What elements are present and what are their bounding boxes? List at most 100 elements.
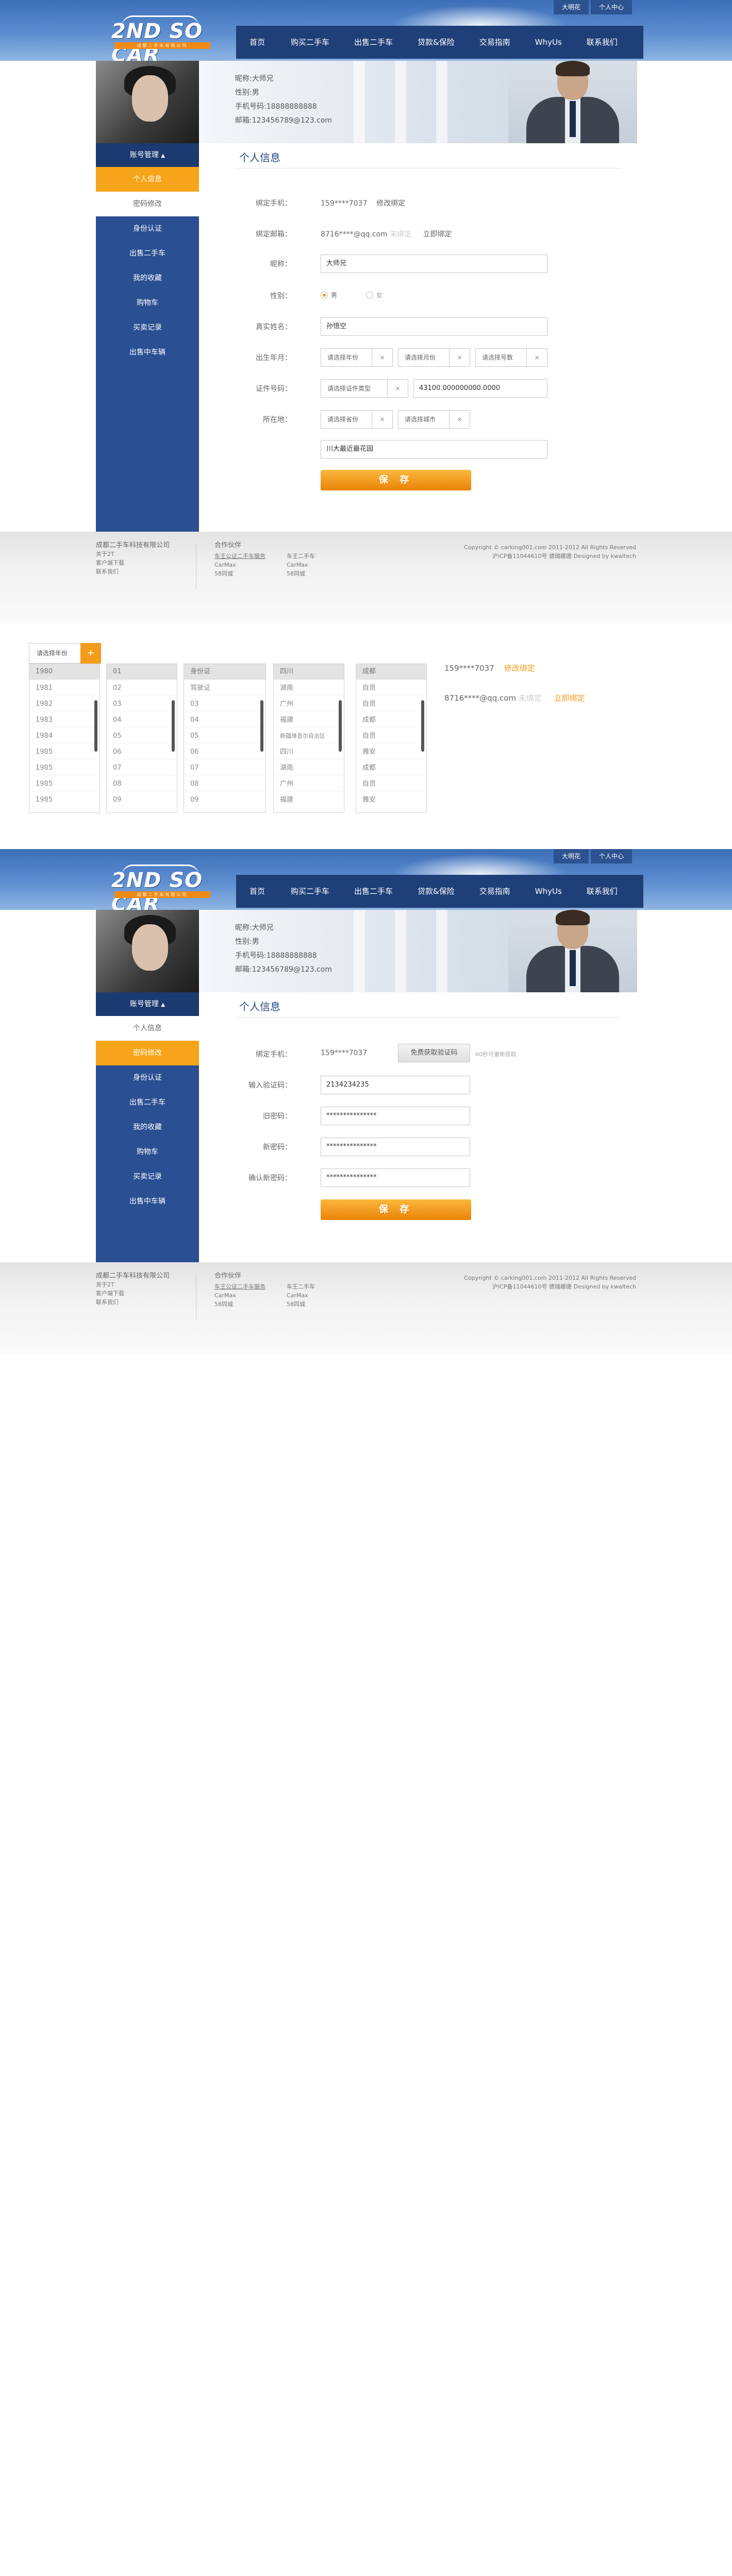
partner-link[interactable]: CarMax	[214, 1291, 265, 1300]
id-number-input[interactable]: 43100.000000000.0000	[413, 379, 547, 398]
year-dropdown-button[interactable]: 请选择年份 +	[29, 643, 101, 664]
birth-month-select[interactable]: 请选择月份 ×	[398, 348, 470, 367]
province-select[interactable]: 请选择省份 ×	[321, 410, 393, 429]
sidebar-title[interactable]: 账号管理 ▲	[96, 992, 199, 1016]
list-item[interactable]: 自贡	[356, 727, 426, 743]
list-item[interactable]: 03	[184, 696, 265, 711]
sidebar-item-profile[interactable]: 个人信息	[96, 167, 199, 192]
list-item[interactable]: 03	[107, 696, 177, 711]
sidebar-item-verify[interactable]: 身份认证	[96, 216, 199, 241]
day-list[interactable]: 01 02 03 04 05 06 07 08 09	[106, 664, 177, 813]
sidebar-item-records[interactable]: 买卖记录	[96, 1164, 199, 1189]
footer-link[interactable]: 关于2T	[96, 1280, 170, 1289]
footer-link[interactable]: 关于2T	[96, 550, 170, 558]
birth-day-select[interactable]: 请选择号数 ×	[475, 348, 547, 367]
id-type-list[interactable]: 身份证 驾驶证 03 04 05 06 07 08 09	[184, 664, 266, 813]
partner-link[interactable]: CarMax	[287, 561, 315, 569]
list-item[interactable]: 雅安	[356, 791, 426, 807]
footer-link[interactable]: 客户端下载	[96, 1289, 170, 1298]
list-item[interactable]: 自贡	[356, 775, 426, 791]
partner-link[interactable]: 58同城	[214, 1300, 265, 1309]
list-item[interactable]: 湖南	[274, 680, 344, 696]
list-item[interactable]: 04	[184, 711, 265, 727]
nav-whyus[interactable]: WhyUs	[523, 26, 574, 59]
list-item[interactable]: 四川	[274, 743, 344, 759]
top-link-user[interactable]: 大明花	[554, 0, 589, 14]
nav-buy[interactable]: 购买二手车	[278, 875, 342, 908]
nav-loan[interactable]: 贷款&保险	[405, 26, 467, 59]
list-item[interactable]: 1985	[29, 743, 99, 759]
picker-change-phone-link[interactable]: 修改绑定	[504, 664, 535, 673]
list-item[interactable]: 雅安	[356, 743, 426, 759]
top-link-user[interactable]: 大明花	[554, 849, 589, 863]
partner-link[interactable]: 58同城	[214, 569, 265, 578]
footer-link[interactable]: 联系我们	[96, 567, 170, 576]
list-item[interactable]: 1984	[29, 727, 99, 743]
list-item[interactable]: 1985	[29, 759, 99, 775]
list-item[interactable]: 02	[107, 680, 177, 696]
list-item[interactable]: 成都	[356, 759, 426, 775]
list-item[interactable]: 1985	[29, 791, 99, 807]
save-password-button[interactable]: 保 存	[321, 1199, 471, 1220]
province-list[interactable]: 四川 湖南 广州 福建 新疆维吾尔自治区 四川 湖南 广州 福建	[273, 664, 344, 813]
footer-link[interactable]: 客户端下载	[96, 558, 170, 567]
partner-link[interactable]: 58同城	[287, 1300, 315, 1309]
city-list[interactable]: 成都 自贡 自贡 成都 自贡 雅安 成都 自贡 雅安	[356, 664, 427, 813]
sidebar-item-password[interactable]: 密码修改	[96, 192, 199, 216]
list-item[interactable]: 身份证	[184, 664, 265, 680]
scrollbar[interactable]	[339, 700, 342, 752]
scrollbar[interactable]	[172, 700, 175, 752]
footer-link[interactable]: 联系我们	[96, 1298, 170, 1307]
bind-email-link[interactable]: 立即绑定	[423, 230, 452, 239]
list-item[interactable]: 自贡	[356, 680, 426, 696]
list-item[interactable]: 08	[184, 775, 265, 791]
sidebar-item-cart[interactable]: 购物车	[96, 1140, 199, 1164]
list-item[interactable]: 06	[184, 743, 265, 759]
list-item[interactable]: 驾驶证	[184, 680, 265, 696]
list-item[interactable]: 1982	[29, 696, 99, 711]
plus-icon[interactable]: +	[80, 643, 101, 664]
sidebar-item-onsale[interactable]: 出售中车辆	[96, 340, 199, 365]
partner-link[interactable]: 车王公证二手车服务	[214, 552, 265, 561]
list-item[interactable]: 01	[107, 664, 177, 680]
partner-link[interactable]: 车王二手车	[287, 552, 315, 561]
code-input[interactable]: 2134234235	[321, 1076, 470, 1094]
new-password-input[interactable]: ***************	[321, 1138, 470, 1156]
nav-buy[interactable]: 购买二手车	[278, 26, 342, 59]
id-type-select[interactable]: 请选择证件类型 ×	[321, 379, 408, 398]
top-link-center[interactable]: 个人中心	[591, 849, 633, 863]
partner-link[interactable]: 车王公证二手车服务	[214, 1282, 265, 1291]
list-item[interactable]: 1985	[29, 775, 99, 791]
nav-sell[interactable]: 出售二手车	[342, 875, 405, 908]
list-item[interactable]: 新疆维吾尔自治区	[274, 727, 344, 743]
logo[interactable]: 2ND SO CAR 成都二手车有限公司	[111, 15, 212, 61]
nav-guide[interactable]: 交易指南	[467, 875, 523, 908]
nav-whyus[interactable]: WhyUs	[523, 875, 574, 908]
list-item[interactable]: 09	[184, 791, 265, 807]
picker-bind-email-link[interactable]: 立即绑定	[554, 693, 585, 703]
list-item[interactable]: 四川	[274, 664, 344, 680]
nav-guide[interactable]: 交易指南	[467, 26, 523, 59]
list-item[interactable]: 06	[107, 743, 177, 759]
sidebar-item-password[interactable]: 密码修改	[96, 1041, 199, 1065]
birth-year-select[interactable]: 请选择年份 ×	[321, 348, 393, 367]
old-password-input[interactable]: ***************	[321, 1107, 470, 1125]
list-item[interactable]: 广州	[274, 775, 344, 791]
gender-male-radio[interactable]	[321, 292, 328, 299]
nav-contact[interactable]: 联系我们	[574, 875, 630, 908]
partner-link[interactable]: CarMax	[214, 561, 265, 569]
sidebar-item-sell[interactable]: 出售二手车	[96, 1090, 199, 1115]
list-item[interactable]: 1983	[29, 711, 99, 727]
partner-link[interactable]: 58同城	[287, 569, 315, 578]
list-item[interactable]: 05	[184, 727, 265, 743]
realname-input[interactable]: 孙悟空	[321, 317, 547, 336]
gender-female-radio[interactable]	[366, 292, 373, 299]
list-item[interactable]: 福建	[274, 791, 344, 807]
list-item[interactable]: 04	[107, 711, 177, 727]
top-link-center[interactable]: 个人中心	[591, 0, 633, 14]
confirm-password-input[interactable]: ***************	[321, 1168, 470, 1187]
list-item[interactable]: 1981	[29, 680, 99, 696]
list-item[interactable]: 自贡	[356, 696, 426, 711]
address-input[interactable]: 川大最近最花园	[321, 440, 547, 459]
sidebar-item-records[interactable]: 买卖记录	[96, 315, 199, 340]
